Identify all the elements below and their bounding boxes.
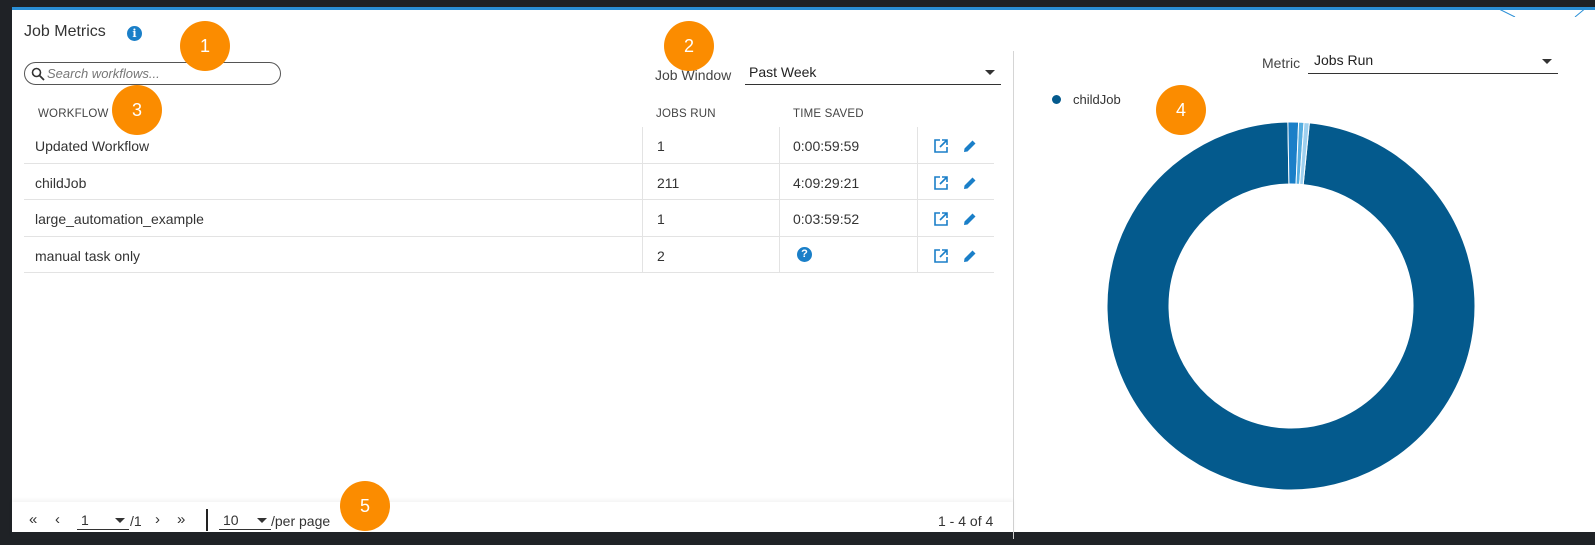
open-in-new-icon[interactable] xyxy=(933,211,949,227)
caret-down-icon xyxy=(257,518,267,523)
metric-value: Jobs Run xyxy=(1314,52,1374,68)
workflow-name: manual task only xyxy=(35,247,141,264)
time-saved-value: 0:03:59:52 xyxy=(793,211,860,227)
annotation-badge: 5 xyxy=(340,481,390,531)
job-window-select[interactable]: Past Week xyxy=(745,62,1001,85)
per-page-select[interactable]: 10 xyxy=(219,512,271,530)
search-input[interactable] xyxy=(47,65,272,82)
job-window-value: Past Week xyxy=(749,64,817,80)
prev-page-button[interactable]: ‹ xyxy=(55,511,60,528)
page-number: 1 xyxy=(81,512,89,528)
caret-down-icon xyxy=(985,70,995,75)
column-divider xyxy=(642,200,643,236)
legend-label[interactable]: childJob xyxy=(1073,92,1121,107)
pencil-icon[interactable] xyxy=(962,248,978,264)
table-row[interactable]: large_automation_example 1 0:03:59:52 xyxy=(24,200,994,237)
pencil-icon[interactable] xyxy=(962,175,978,191)
column-divider xyxy=(917,163,918,199)
column-header-workflow[interactable]: WORKFLOW xyxy=(38,108,109,120)
time-saved-value: 4:09:29:21 xyxy=(793,174,860,191)
jobs-run-value: 211 xyxy=(657,174,680,191)
metric-label: Metric xyxy=(1262,55,1301,71)
row-range: 1 - 4 of 4 xyxy=(938,513,994,529)
open-in-new-icon[interactable] xyxy=(933,248,949,264)
pencil-icon[interactable] xyxy=(962,138,978,154)
panel-title: Job Metrics xyxy=(24,23,106,40)
table-row[interactable]: manual task only 2 ? xyxy=(24,236,994,273)
workflow-name: childJob xyxy=(35,174,87,191)
open-in-new-icon[interactable] xyxy=(933,175,949,191)
workflow-name: large_automation_example xyxy=(35,211,204,227)
column-divider xyxy=(779,127,780,163)
column-divider xyxy=(642,236,643,272)
jobs-run-value: 2 xyxy=(657,247,665,264)
decorative-lines xyxy=(1494,7,1588,17)
column-divider xyxy=(642,127,643,163)
annotation-badge: 3 xyxy=(112,85,162,135)
help-icon[interactable]: ? xyxy=(797,246,812,262)
open-in-new-icon[interactable] xyxy=(933,138,949,154)
per-page-label: /per page xyxy=(271,513,331,529)
caret-down-icon xyxy=(1542,59,1552,64)
annotation-badge: 2 xyxy=(664,21,714,71)
info-icon[interactable]: i xyxy=(127,26,142,41)
total-pages: /1 xyxy=(130,513,142,529)
column-divider xyxy=(779,163,780,199)
annotation-badge: 4 xyxy=(1156,85,1206,135)
column-divider xyxy=(779,236,780,272)
column-divider xyxy=(917,236,918,272)
pencil-icon[interactable] xyxy=(962,211,978,227)
donut-chart xyxy=(1106,121,1476,491)
search-box[interactable] xyxy=(24,62,281,85)
jobs-run-value: 1 xyxy=(657,211,665,227)
first-page-button[interactable]: « xyxy=(29,511,37,528)
next-page-button[interactable]: › xyxy=(155,511,160,528)
search-icon xyxy=(31,67,45,81)
job-metrics-panel: Job Metrics i Job Window Past Week WORKF… xyxy=(12,0,1595,539)
column-divider xyxy=(917,200,918,236)
caret-down-icon xyxy=(115,518,125,523)
per-page-value: 10 xyxy=(223,512,239,528)
column-divider xyxy=(917,127,918,163)
table-row[interactable]: childJob 211 4:09:29:21 xyxy=(24,163,994,200)
workflow-table: Updated Workflow 1 0:00:59:59 childJob 2… xyxy=(24,127,994,273)
pagination-separator xyxy=(206,509,208,531)
column-divider xyxy=(642,163,643,199)
jobs-run-value: 1 xyxy=(657,138,665,154)
panel-divider xyxy=(1013,51,1014,539)
annotation-badge: 1 xyxy=(180,21,230,71)
legend-swatch xyxy=(1052,95,1061,104)
time-saved-value: 0:00:59:59 xyxy=(793,138,860,154)
pagination-bar: « ‹ 1 /1 › » 10 /per page 1 - 4 of 4 xyxy=(12,502,1013,539)
page-select[interactable]: 1 xyxy=(77,512,129,530)
table-row[interactable]: Updated Workflow 1 0:00:59:59 xyxy=(24,127,994,164)
last-page-button[interactable]: » xyxy=(177,511,185,528)
workflow-name: Updated Workflow xyxy=(35,138,150,154)
metric-select[interactable]: Jobs Run xyxy=(1308,51,1558,74)
column-header-jobs-run[interactable]: JOBS RUN xyxy=(656,108,716,120)
column-divider xyxy=(779,200,780,236)
column-header-time-saved[interactable]: TIME SAVED xyxy=(793,108,864,120)
